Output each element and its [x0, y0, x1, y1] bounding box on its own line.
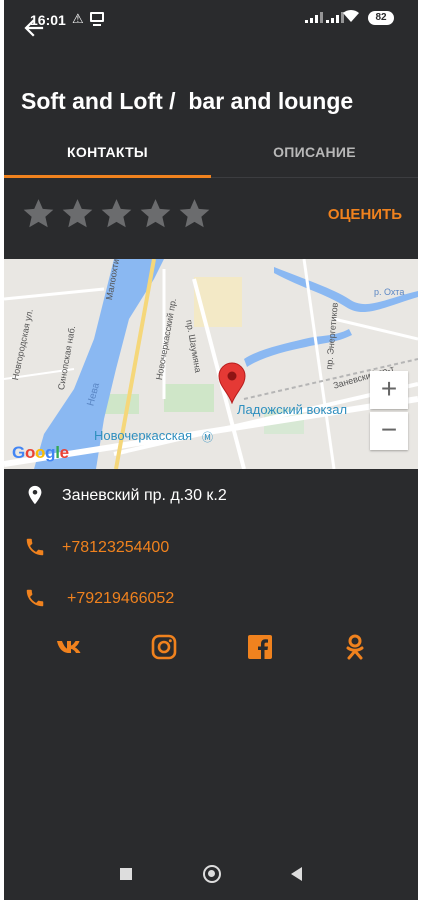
zoom-out-button[interactable]: −: [370, 412, 408, 450]
zoom-in-button[interactable]: +: [370, 371, 408, 409]
address-text: Заневский пр. д.30 к.2: [62, 487, 227, 504]
map-label-metro: Новочеркасская: [94, 428, 193, 443]
address-row: Заневский пр. д.30 к.2: [4, 481, 418, 511]
star-icon[interactable]: [22, 197, 55, 230]
map-pin-icon[interactable]: [218, 362, 246, 404]
battery-indicator: 82: [368, 11, 394, 25]
metro-icon: Ⓜ: [202, 432, 213, 444]
status-bar: 16:01 ⚠ 82: [4, 0, 418, 38]
instagram-icon[interactable]: [149, 632, 179, 662]
odnoklassniki-icon[interactable]: [340, 632, 370, 662]
map-label-okhta: р. Охта: [374, 287, 405, 297]
wifi-icon: [343, 9, 359, 22]
page-title: Soft and Loft / bar and lounge: [21, 88, 354, 114]
system-nav-bar: [4, 850, 418, 900]
warning-icon: ⚠: [72, 11, 84, 26]
vk-icon[interactable]: [55, 632, 85, 662]
app-screen: 16:01 ⚠ 82 Soft and Loft / bar and loung…: [4, 0, 418, 900]
star-icon[interactable]: [178, 197, 211, 230]
social-links: [4, 632, 418, 664]
tab-bar: КОНТАКТЫ ОПИСАНИЕ: [4, 136, 418, 178]
phone-icon[interactable]: [24, 536, 46, 558]
phone-row[interactable]: +78123254400: [4, 533, 418, 563]
phone-link[interactable]: +79219466052: [67, 590, 174, 608]
tab-contacts[interactable]: КОНТАКТЫ: [4, 144, 211, 160]
signal-icon: [305, 11, 323, 23]
system-back-button[interactable]: [291, 867, 302, 881]
phone-link[interactable]: +78123254400: [62, 539, 169, 557]
rate-button[interactable]: ОЦЕНИТЬ: [328, 206, 402, 223]
star-icon[interactable]: [100, 197, 133, 230]
map-view[interactable]: Ладожский вокзал Новочеркасская Ⓜ Нева р…: [4, 259, 418, 469]
recent-apps-button[interactable]: [120, 868, 132, 880]
phone-row[interactable]: +79219466052: [4, 584, 418, 614]
back-arrow-icon[interactable]: [22, 16, 46, 40]
rating-stars[interactable]: [22, 197, 211, 230]
cast-icon: [90, 12, 104, 26]
star-icon[interactable]: [61, 197, 94, 230]
location-pin-icon: [28, 485, 42, 505]
home-button[interactable]: [203, 865, 221, 883]
tab-description[interactable]: ОПИСАНИЕ: [211, 144, 418, 160]
star-icon[interactable]: [139, 197, 172, 230]
facebook-icon[interactable]: [245, 632, 275, 662]
google-logo: Google: [12, 443, 69, 462]
map-label-station: Ладожский вокзал: [237, 402, 348, 417]
phone-icon[interactable]: [24, 587, 46, 609]
tab-indicator: [4, 175, 211, 178]
